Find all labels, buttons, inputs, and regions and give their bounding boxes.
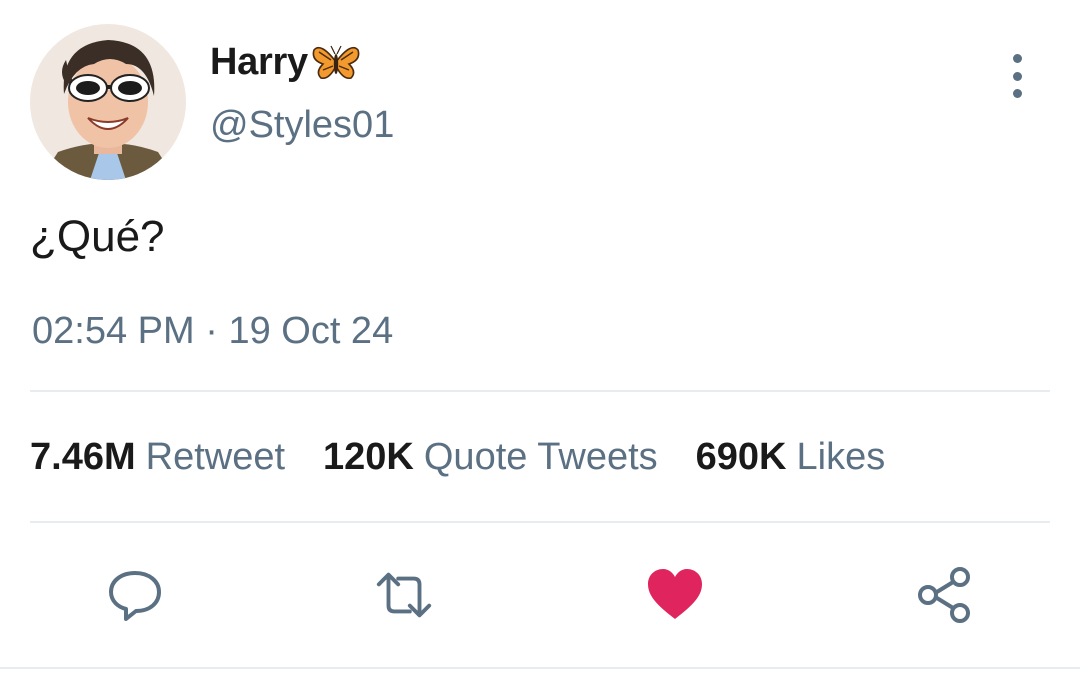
quote-tweet-count: 120K: [323, 436, 414, 478]
share-button[interactable]: [913, 564, 975, 626]
avatar[interactable]: [30, 24, 186, 180]
retweet-icon: [376, 572, 432, 618]
stat-likes[interactable]: 690K Likes: [696, 436, 886, 479]
like-button[interactable]: [644, 564, 706, 626]
heart-icon: [648, 569, 702, 619]
more-dot-icon: [1012, 54, 1022, 63]
stat-retweets[interactable]: 7.46M Retweet: [30, 436, 285, 479]
reply-button[interactable]: [104, 564, 166, 626]
divider: [0, 667, 1080, 669]
like-label: Likes: [796, 436, 886, 478]
tweet-detail: Harry @Styles01 ¿Qué? 02:54 PM · 19 Oct …: [0, 0, 1080, 687]
tweet-date: 19 Oct 24: [228, 310, 394, 352]
more-dot-icon: [1012, 71, 1022, 81]
avatar-image: [30, 24, 186, 180]
divider: [30, 521, 1050, 523]
timestamp-separator: ·: [205, 310, 218, 352]
user-name-row[interactable]: Harry: [210, 38, 361, 86]
more-dot-icon: [1012, 89, 1022, 98]
divider: [30, 390, 1050, 392]
quote-tweet-label: Quote Tweets: [423, 436, 658, 478]
display-name[interactable]: Harry: [210, 41, 308, 84]
reply-icon: [109, 571, 161, 621]
butterfly-icon: [312, 45, 360, 80]
tweet-time: 02:54 PM: [32, 310, 195, 352]
tweet-text: ¿Qué?: [30, 212, 165, 261]
tweet-timestamp[interactable]: 02:54 PM · 19 Oct 24: [32, 310, 393, 353]
like-count: 690K: [695, 436, 787, 478]
user-handle[interactable]: @Styles01: [210, 104, 394, 147]
retweet-label: Retweet: [145, 436, 286, 478]
retweet-button[interactable]: [373, 564, 435, 626]
more-options-button[interactable]: [1000, 54, 1034, 98]
stat-quote-tweets[interactable]: 120K Quote Tweets: [323, 436, 658, 479]
retweet-count: 7.46M: [30, 436, 136, 478]
share-icon: [918, 567, 970, 623]
tweet-stats: 7.46M Retweet 120K Quote Tweets 690K Likes: [30, 436, 923, 479]
